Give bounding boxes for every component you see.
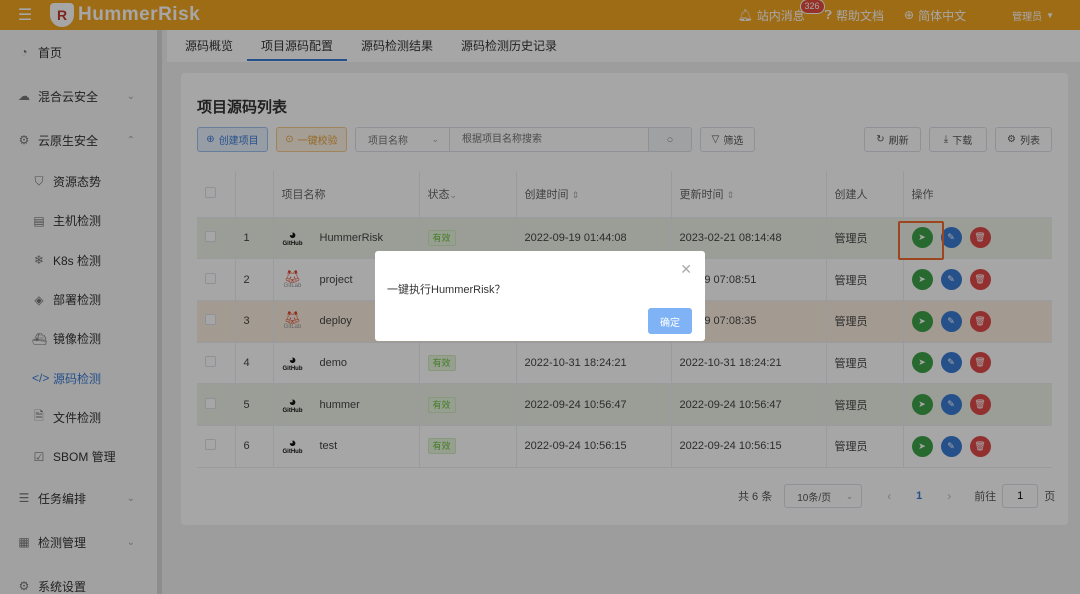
confirm-dialog: ✕ 一键执行HummerRisk？ 确定 xyxy=(375,251,705,341)
confirm-button[interactable]: 确定 xyxy=(648,308,692,334)
close-icon[interactable]: ✕ xyxy=(680,261,692,278)
dialog-message: 一键执行HummerRisk？ xyxy=(387,284,506,296)
